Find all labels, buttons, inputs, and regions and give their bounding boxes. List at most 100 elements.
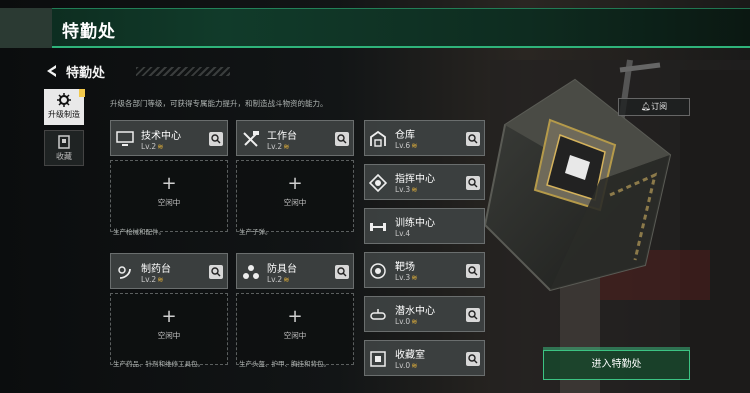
level-chevron-icon: ≋ <box>411 141 418 150</box>
armor-icon <box>243 265 259 279</box>
department-level: Lv.6≋ <box>395 141 418 150</box>
search-icon <box>468 354 478 364</box>
enter-button[interactable]: 进入特勤处 <box>543 347 690 380</box>
target-icon <box>370 263 386 279</box>
station-level: Lv.2≋ <box>141 275 164 284</box>
dumbbell-icon <box>370 223 386 231</box>
warehouse-icon <box>370 130 386 147</box>
search-button[interactable] <box>466 308 480 322</box>
level-chevron-icon: ≋ <box>283 275 290 284</box>
production-slot[interactable]: + 空闲中 <box>236 160 354 232</box>
department-command-center[interactable]: 指挥中心 Lv.3≋ <box>364 164 485 200</box>
bell-icon: 🔔︎ <box>640 102 652 111</box>
station-card-workbench[interactable]: 工作台 Lv.2≋ <box>236 120 354 156</box>
level-chevron-icon: ≋ <box>157 142 164 151</box>
search-button[interactable] <box>466 132 480 146</box>
notification-badge <box>79 89 85 97</box>
department-collection-room[interactable]: 收藏室 Lv.0≋ <box>364 340 485 376</box>
department-level: Lv.0≋ <box>395 361 418 370</box>
sidebar-item-label: 收藏 <box>56 152 72 161</box>
level-chevron-icon: ≋ <box>411 317 418 326</box>
search-icon <box>211 134 221 144</box>
station-card-tech-center[interactable]: 技术中心 Lv.2≋ <box>110 120 228 156</box>
station-card-pharmacy[interactable]: 制药台 Lv.2≋ <box>110 253 228 289</box>
station-level: Lv.2≋ <box>267 142 290 151</box>
add-plus-icon: + <box>161 173 177 194</box>
collection-box-icon <box>58 135 70 149</box>
department-name: 指挥中心 <box>395 174 435 185</box>
slot-status: 空闲中 <box>157 331 181 340</box>
department-warehouse[interactable]: 仓库 Lv.6≋ <box>364 120 485 156</box>
search-button[interactable] <box>209 132 223 146</box>
diving-icon <box>370 309 386 320</box>
add-plus-icon: + <box>161 306 177 327</box>
page-title: 特勤处 <box>62 22 116 42</box>
department-level: Lv.3≋ <box>395 185 418 194</box>
search-icon <box>468 134 478 144</box>
pharmacy-icon <box>118 266 131 279</box>
department-shooting-range[interactable]: 靶场 Lv.3≋ <box>364 252 485 288</box>
level-chevron-icon: ≋ <box>411 361 418 370</box>
sidebar-item-collection[interactable]: 收藏 <box>44 130 84 166</box>
department-level: Lv.0≋ <box>395 317 418 326</box>
top-bar: 特勤处 <box>0 8 750 48</box>
product-note: 生产头盔、护甲、胸挂和背包。 <box>239 360 330 368</box>
department-level: Lv.3≋ <box>395 273 418 282</box>
search-button[interactable] <box>335 265 349 279</box>
station-name: 防具台 <box>267 264 297 275</box>
collection-room-icon <box>370 351 386 367</box>
station-card-armor[interactable]: 防具台 Lv.2≋ <box>236 253 354 289</box>
production-slot[interactable]: + 空闲中 <box>110 160 228 232</box>
top-bar-left-strip <box>0 8 52 48</box>
search-icon <box>337 134 347 144</box>
department-diving-center[interactable]: 潜水中心 Lv.0≋ <box>364 296 485 332</box>
slot-status: 空闲中 <box>283 331 307 340</box>
level-chevron-icon: ≋ <box>157 275 164 284</box>
department-name: 靶场 <box>395 262 415 273</box>
search-button[interactable] <box>466 264 480 278</box>
search-icon <box>337 267 347 277</box>
sub-header-title: 特勤处 <box>66 66 106 81</box>
department-level: Lv.4 <box>395 229 411 238</box>
level-chevron-icon: ≋ <box>283 142 290 151</box>
upgrade-gear-icon <box>57 93 71 107</box>
level-chevron-icon: ≋ <box>411 185 418 194</box>
sidebar-item-label: 升级制造 <box>48 110 80 119</box>
subscribe-button[interactable]: 🔔︎订阅 <box>618 98 690 116</box>
add-plus-icon: + <box>287 173 303 194</box>
production-slot[interactable]: + 空闲中 <box>110 293 228 365</box>
add-plus-icon: + <box>287 306 303 327</box>
search-button[interactable] <box>209 265 223 279</box>
slot-status: 空闲中 <box>283 198 307 207</box>
department-training-center[interactable]: 训练中心 Lv.4 <box>364 208 485 244</box>
command-icon <box>369 174 387 192</box>
product-note: 生产子弹。 <box>239 228 272 236</box>
station-name: 工作台 <box>267 131 297 142</box>
department-name: 潜水中心 <box>395 306 435 317</box>
product-note: 生产药品、针剂和维修工具包。 <box>113 360 204 368</box>
station-level: Lv.2≋ <box>267 275 290 284</box>
description-text: 升级各部门等级，可获得专属能力提升，和制造战斗物资的能力。 <box>110 99 328 108</box>
search-button[interactable] <box>466 352 480 366</box>
sub-header-hatch-decoration <box>136 67 230 76</box>
department-name: 仓库 <box>395 130 415 141</box>
back-arrow-icon[interactable] <box>44 63 60 79</box>
tools-icon <box>243 131 259 147</box>
search-icon <box>468 266 478 276</box>
station-level: Lv.2≋ <box>141 142 164 151</box>
slot-status: 空闲中 <box>157 198 181 207</box>
top-bar-accent-line <box>52 8 750 9</box>
product-note: 生产枪械和配件。 <box>113 228 165 236</box>
search-icon <box>211 267 221 277</box>
search-icon <box>468 310 478 320</box>
search-button[interactable] <box>466 176 480 190</box>
level-chevron-icon: ≋ <box>411 273 418 282</box>
subscribe-label: 订阅 <box>651 102 668 111</box>
station-name: 制药台 <box>141 264 171 275</box>
production-slot[interactable]: + 空闲中 <box>236 293 354 365</box>
sidebar-item-upgrade[interactable]: 升级制造 <box>44 89 85 125</box>
station-name: 技术中心 <box>141 131 181 142</box>
department-name: 训练中心 <box>395 218 435 229</box>
search-button[interactable] <box>335 132 349 146</box>
department-name: 收藏室 <box>395 350 425 361</box>
